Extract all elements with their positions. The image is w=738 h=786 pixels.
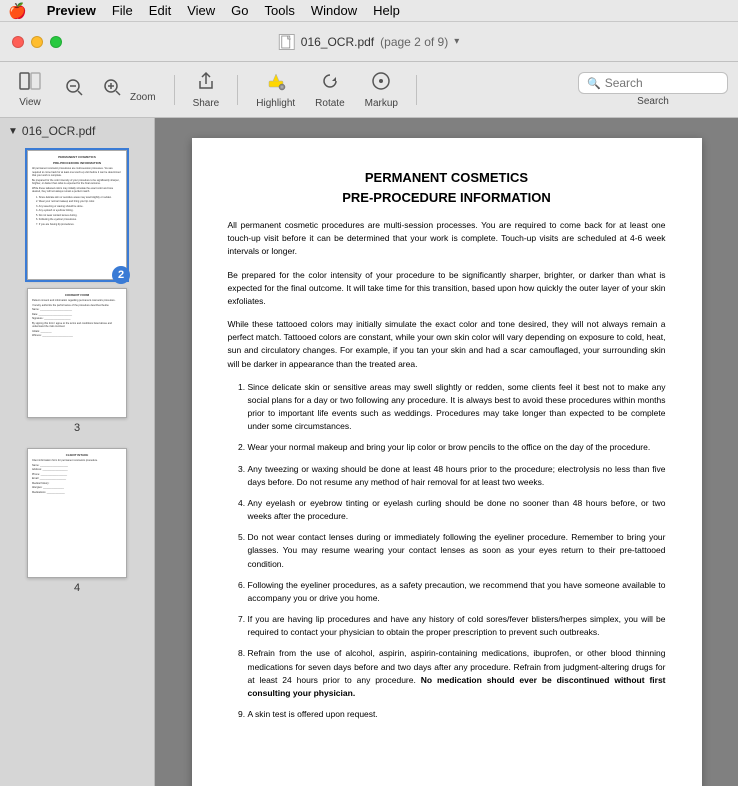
share-label: Share [193, 98, 220, 109]
title-doc-name: 016_OCR.pdf [301, 35, 374, 49]
window-title: 016_OCR.pdf (page 2 of 9) ▾ [279, 34, 459, 50]
search-input[interactable] [605, 76, 719, 90]
list-item-3: Any tweezing or waxing should be done at… [248, 463, 666, 489]
main-content: ▼ 016_OCR.pdf PERMANENT COSMETICS PRE-PR… [0, 118, 738, 786]
toolbar: View Zoom [0, 62, 738, 118]
search-box[interactable]: 🔍 [578, 72, 728, 94]
menubar: 🍎 Preview File Edit View Go Tools Window… [0, 0, 738, 22]
list-item-7: If you are having lip procedures and hav… [248, 613, 666, 639]
search-label: Search [637, 96, 669, 107]
separator-3 [416, 75, 417, 105]
view-label: View [19, 97, 41, 108]
page-num-4: 4 [74, 582, 80, 594]
doc-para-2: Be prepared for the color intensity of y… [228, 269, 666, 309]
list-item-6: Following the eyeliner procedures, as a … [248, 579, 666, 605]
view-icon [19, 72, 41, 95]
sidebar-page-3[interactable]: CONSENT FORM Patient consent and informa… [0, 282, 154, 442]
title-chevron[interactable]: ▾ [454, 36, 459, 47]
traffic-lights [12, 36, 62, 48]
menu-file[interactable]: File [112, 3, 133, 18]
minimize-button[interactable] [31, 36, 43, 48]
title-page-info: (page 2 of 9) [380, 35, 448, 49]
menu-tools[interactable]: Tools [265, 3, 295, 18]
sidebar-page-4[interactable]: CLIENT INTAKE Client information form fo… [0, 442, 154, 602]
menu-go[interactable]: Go [231, 3, 248, 18]
separator-2 [237, 75, 238, 105]
zoom-in-icon [102, 77, 122, 102]
thumbnail-2: PERMANENT COSMETICS PRE-PROCEDURE INFORM… [27, 150, 127, 280]
maximize-button[interactable] [50, 36, 62, 48]
list-item-8-bold: No medication should ever be discontinue… [248, 675, 666, 698]
highlight-button[interactable]: Highlight [248, 67, 303, 113]
apple-menu[interactable]: 🍎 [8, 2, 27, 20]
thumb-content-3: CONSENT FORM Patient consent and informa… [28, 289, 126, 342]
share-icon [196, 71, 216, 96]
separator-1 [174, 75, 175, 105]
sidebar-header[interactable]: ▼ 016_OCR.pdf [0, 118, 154, 144]
list-item-5: Do not wear contact lenses during or imm… [248, 531, 666, 571]
list-item-1: Since delicate skin or sensitive areas m… [248, 381, 666, 434]
thumb-content-4: CLIENT INTAKE Client information form fo… [28, 449, 126, 498]
markup-icon [371, 71, 391, 96]
sidebar: ▼ 016_OCR.pdf PERMANENT COSMETICS PRE-PR… [0, 118, 155, 786]
doc-list: Since delicate skin or sensitive areas m… [228, 381, 666, 722]
menu-window[interactable]: Window [311, 3, 357, 18]
search-area: 🔍 Search [578, 72, 728, 107]
zoom-out-icon [64, 77, 84, 102]
list-item-4: Any eyelash or eyebrow tinting or eyelas… [248, 497, 666, 523]
zoom-out-button[interactable] [54, 73, 94, 106]
thumbnail-3: CONSENT FORM Patient consent and informa… [27, 288, 127, 418]
menu-app-name[interactable]: Preview [47, 3, 96, 18]
view-button[interactable]: View [10, 68, 50, 112]
markup-button[interactable]: Markup [357, 67, 406, 113]
doc-para-3: While these tattooed colors may initiall… [228, 318, 666, 371]
sidebar-page-2[interactable]: PERMANENT COSMETICS PRE-PROCEDURE INFORM… [0, 144, 154, 282]
pen-icon [265, 71, 287, 96]
document-area[interactable]: PERMANENT COSMETICS PRE-PROCEDURE INFORM… [155, 118, 738, 786]
markup-label: Markup [365, 98, 398, 109]
doc-icon [279, 34, 295, 50]
rotate-button[interactable]: Rotate [307, 67, 352, 113]
rotate-label: Rotate [315, 98, 344, 109]
rotate-icon [320, 71, 340, 96]
share-button[interactable]: Share [185, 67, 228, 113]
list-item-9: A skin test is offered upon request. [248, 708, 666, 721]
menu-edit[interactable]: Edit [149, 3, 171, 18]
zoom-label: Zoom [130, 92, 156, 103]
page-num-3: 3 [74, 422, 80, 434]
list-item-8: Refrain from the use of alcohol, aspirin… [248, 647, 666, 700]
document-page: PERMANENT COSMETICS PRE-PROCEDURE INFORM… [192, 138, 702, 786]
menu-view[interactable]: View [187, 3, 215, 18]
sidebar-filename: 016_OCR.pdf [22, 124, 95, 138]
sidebar-chevron-icon: ▼ [8, 126, 18, 137]
doc-title: PERMANENT COSMETICS PRE-PROCEDURE INFORM… [228, 168, 666, 207]
highlight-label: Highlight [256, 98, 295, 109]
menu-help[interactable]: Help [373, 3, 400, 18]
close-button[interactable] [12, 36, 24, 48]
search-icon: 🔍 [587, 77, 601, 90]
titlebar: 016_OCR.pdf (page 2 of 9) ▾ [0, 22, 738, 62]
doc-para-1: All permanent cosmetic procedures are mu… [228, 219, 666, 259]
thumb-content-2: PERMANENT COSMETICS PRE-PROCEDURE INFORM… [28, 151, 126, 230]
list-item-2: Wear your normal makeup and bring your l… [248, 441, 666, 454]
thumbnail-4: CLIENT INTAKE Client information form fo… [27, 448, 127, 578]
zoom-in-button[interactable] [98, 73, 126, 106]
